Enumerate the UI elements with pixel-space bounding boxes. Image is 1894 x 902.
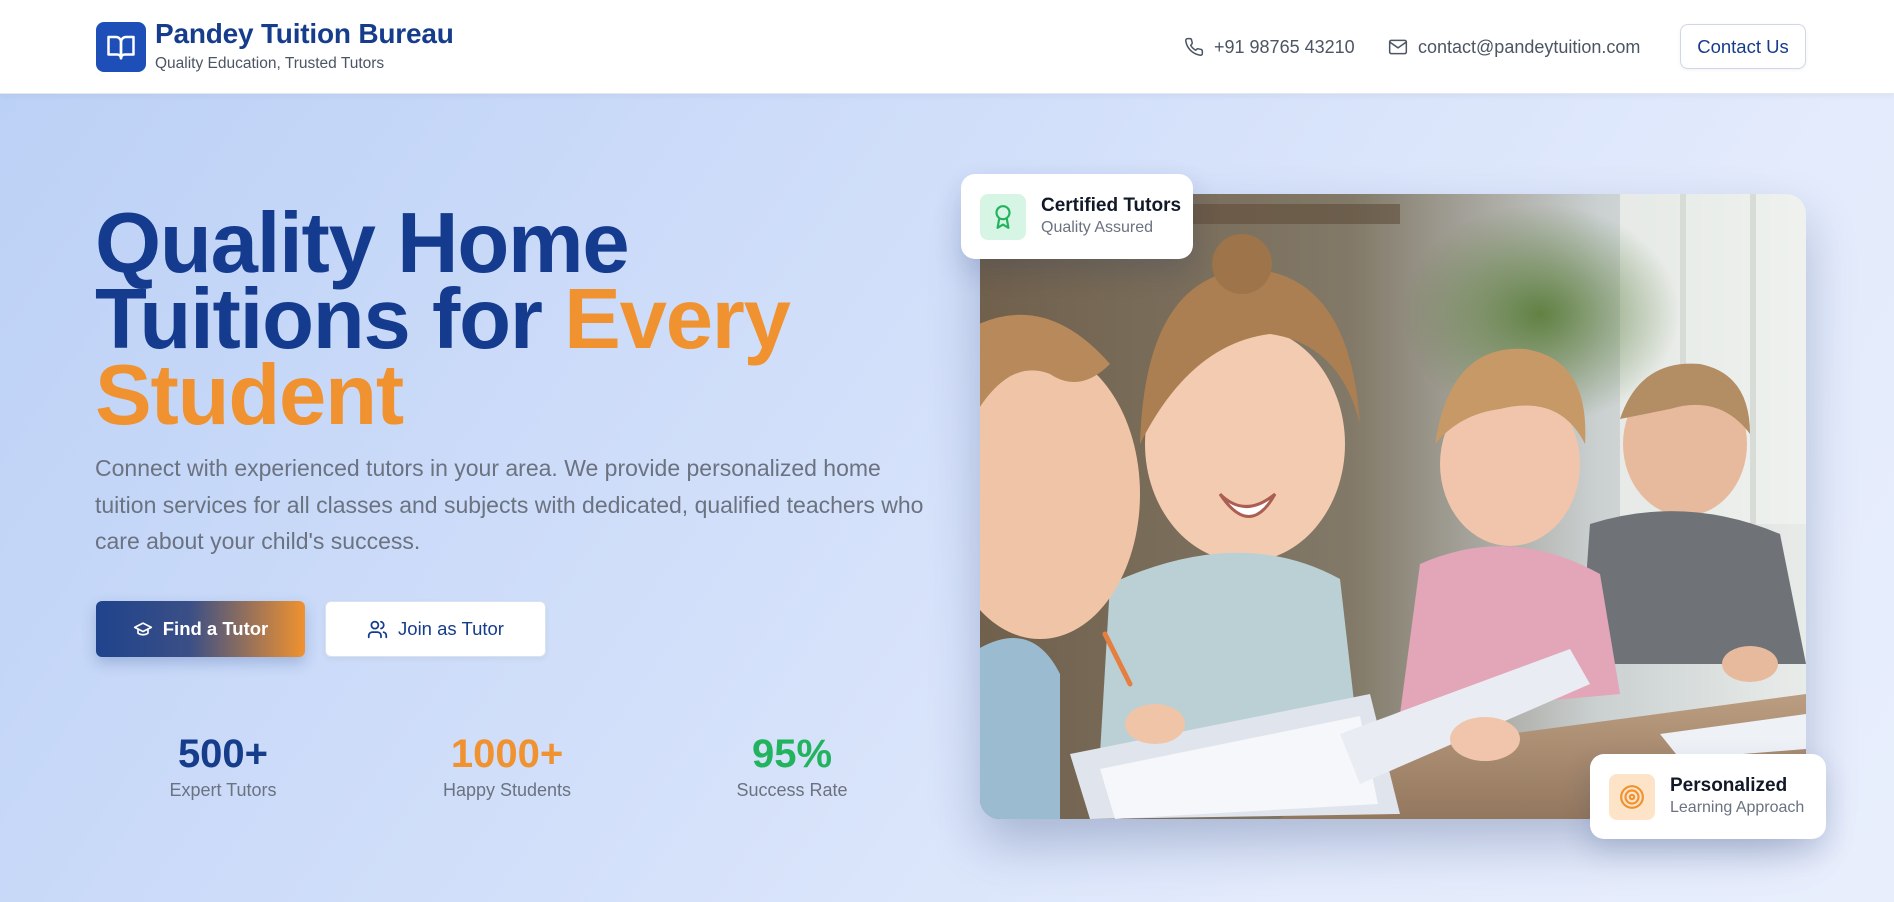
target-icon <box>1609 773 1655 820</box>
stat-value: 500+ <box>177 732 269 776</box>
hero-headline: Quality Home Tuitions for Every Student <box>95 201 915 438</box>
site-header: Pandey Tuition Bureau Quality Education,… <box>0 0 1894 94</box>
stat-happy-students: 1000+ Happy Students <box>432 734 582 801</box>
hero-description: Connect with experienced tutors in your … <box>95 455 924 554</box>
users-icon <box>367 620 388 638</box>
stat-success-rate: 95% Success Rate <box>717 734 867 801</box>
certified-tutors-badge: Certified Tutors Quality Assured <box>961 174 1193 259</box>
headline-accent-student: Student <box>95 348 404 443</box>
join-tutor-label: Join as Tutor <box>398 618 504 639</box>
phone-link[interactable]: +91 98765 43210 <box>1184 33 1355 61</box>
phone-number[interactable]: +91 98765 43210 <box>1214 37 1355 58</box>
stat-expert-tutors: 500+ Expert Tutors <box>148 734 298 801</box>
personalized-badge: Personalized Learning Approach <box>1590 754 1826 839</box>
brand-title[interactable]: Pandey Tuition Bureau <box>155 18 454 50</box>
students-reading-photo <box>980 194 1806 819</box>
stat-value: 95% <box>751 732 833 776</box>
book-icon[interactable] <box>96 22 146 72</box>
phone-icon <box>1185 37 1204 56</box>
mail-icon <box>1388 39 1408 55</box>
stat-value: 1000+ <box>450 732 564 776</box>
brand-tagline: Quality Education, Trusted Tutors <box>155 55 385 72</box>
stat-label: Expert Tutors <box>169 780 277 800</box>
hero-section: Quality Home Tuitions for Every Student … <box>0 94 1894 902</box>
badge-title: Certified Tutors <box>1041 194 1182 216</box>
find-tutor-label: Find a Tutor <box>162 618 269 639</box>
stat-label: Happy Students <box>442 780 572 800</box>
award-icon <box>980 193 1026 240</box>
email-link[interactable]: contact@pandeytuition.com <box>1388 33 1640 61</box>
graduation-cap-icon <box>133 622 152 636</box>
badge-title: Personalized <box>1670 774 1788 796</box>
find-tutor-button[interactable]: Find a Tutor <box>96 601 305 657</box>
badge-subtitle: Quality Assured <box>1041 218 1154 236</box>
badge-subtitle: Learning Approach <box>1670 798 1805 816</box>
email-address[interactable]: contact@pandeytuition.com <box>1418 37 1640 58</box>
join-tutor-button[interactable]: Join as Tutor <box>325 601 546 657</box>
contact-us-button[interactable]: Contact Us <box>1680 24 1806 69</box>
stat-label: Success Rate <box>736 780 848 800</box>
headline-accent-every: Every <box>564 272 791 367</box>
